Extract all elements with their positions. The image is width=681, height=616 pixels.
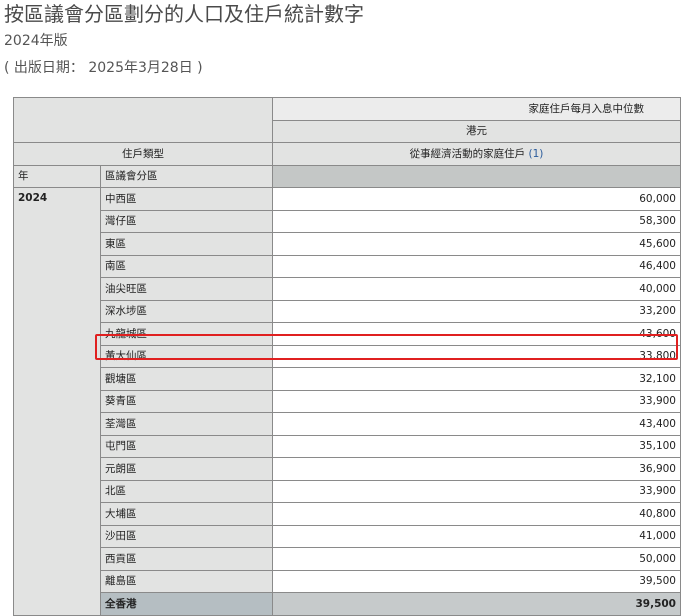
district-name: 荃灣區	[100, 412, 273, 436]
district-name: 屯門區	[100, 434, 273, 458]
table-row: 觀塘區 32,100	[14, 367, 681, 391]
income-value: 32,100	[272, 367, 681, 391]
row-header-household-type: 住戶類型	[13, 142, 273, 166]
income-value: 41,000	[272, 524, 681, 548]
district-name: 中西區	[100, 187, 273, 211]
income-value: 50,000	[272, 547, 681, 571]
table-row: 大埔區 40,800	[14, 502, 681, 526]
district-name: 灣仔區	[100, 209, 273, 233]
income-value: 45,600	[272, 232, 681, 256]
district-name: 觀塘區	[100, 367, 273, 391]
header-row-type: 住戶類型 從事經濟活動的家庭住戶 (1)	[13, 142, 681, 166]
income-value: 36,900	[272, 457, 681, 481]
district-name: 東區	[100, 232, 273, 256]
income-value: 33,900	[272, 479, 681, 503]
table-row: 九龍城區 43,600	[14, 322, 681, 346]
header-row-labels: 年 區議會分區	[13, 164, 681, 188]
district-name: 九龍城區	[100, 322, 273, 346]
table-row: 荃灣區 43,400	[14, 412, 681, 436]
total-label: 全香港	[100, 592, 273, 616]
table-row: 南區 46,400	[14, 254, 681, 278]
income-value: 43,600	[272, 322, 681, 346]
table-row: 北區 33,900	[14, 479, 681, 503]
income-value: 46,400	[272, 254, 681, 278]
table-row: 灣仔區 58,300	[14, 209, 681, 233]
table-row: 東區 45,600	[14, 232, 681, 256]
income-value: 39,500	[272, 569, 681, 593]
release-date: ( 出版日期： 2025年3月28日 )	[4, 60, 203, 76]
table-row: 西貢區 50,000	[14, 547, 681, 571]
table-row: 離島區 39,500	[14, 569, 681, 593]
district-name: 離島區	[100, 569, 273, 593]
district-name: 深水埗區	[100, 299, 273, 323]
column-header-unit: 港元	[272, 119, 681, 143]
column-header-economic-label: 從事經濟活動的家庭住戶	[409, 147, 526, 160]
table-row: 2024 中西區 60,000	[13, 187, 681, 616]
district-name: 黃大仙區	[100, 344, 273, 368]
table-row: 深水埗區 33,200	[14, 299, 681, 323]
column-header-income: 家庭住戶每月入息中位數	[272, 97, 681, 121]
header-row-main: 家庭住戶每月入息中位數	[13, 97, 681, 143]
total-value: 39,500	[272, 592, 681, 616]
income-value: 60,000	[272, 187, 681, 211]
edition-label: 2024年版	[4, 33, 68, 49]
year-header: 年	[13, 164, 101, 188]
table-body: 家庭住戶每月入息中位數 港元 住戶類型 從事經濟活動的家庭住戶 (1) 年 區議…	[13, 97, 681, 616]
district-name: 葵青區	[100, 389, 273, 413]
footnote-link[interactable]: (1)	[528, 148, 543, 160]
table-row: 葵青區 33,900	[14, 389, 681, 413]
district-name: 西貢區	[100, 547, 273, 571]
income-value: 33,800	[272, 344, 681, 368]
income-value: 43,400	[272, 412, 681, 436]
district-header: 區議會分區	[100, 164, 273, 188]
income-value: 40,000	[272, 277, 681, 301]
district-name: 南區	[100, 254, 273, 278]
table-row: 屯門區 35,100	[14, 434, 681, 458]
table-row: 沙田區 41,000	[14, 524, 681, 548]
district-name: 油尖旺區	[100, 277, 273, 301]
header-corner	[13, 97, 273, 143]
income-value: 33,200	[272, 299, 681, 323]
statistics-table: 家庭住戶每月入息中位數 港元 住戶類型 從事經濟活動的家庭住戶 (1) 年 區議…	[13, 97, 681, 616]
district-name: 北區	[100, 479, 273, 503]
table-row: 油尖旺區 40,000	[14, 277, 681, 301]
income-value: 40,800	[272, 502, 681, 526]
district-name: 沙田區	[100, 524, 273, 548]
table-row: 元朗區 36,900	[14, 457, 681, 481]
year-cell: 2024	[13, 187, 101, 616]
income-value: 35,100	[272, 434, 681, 458]
income-value: 58,300	[272, 209, 681, 233]
table-row: 黃大仙區 33,800	[14, 344, 681, 368]
district-name: 元朗區	[100, 457, 273, 481]
district-name: 大埔區	[100, 502, 273, 526]
column-header-economic: 從事經濟活動的家庭住戶 (1)	[272, 142, 681, 166]
header-empty-cell	[272, 164, 681, 188]
income-value: 33,900	[272, 389, 681, 413]
page-title: 按區議會分區劃分的人口及住戶統計數字	[4, 2, 364, 26]
total-row: 全香港 39,500	[14, 592, 681, 616]
